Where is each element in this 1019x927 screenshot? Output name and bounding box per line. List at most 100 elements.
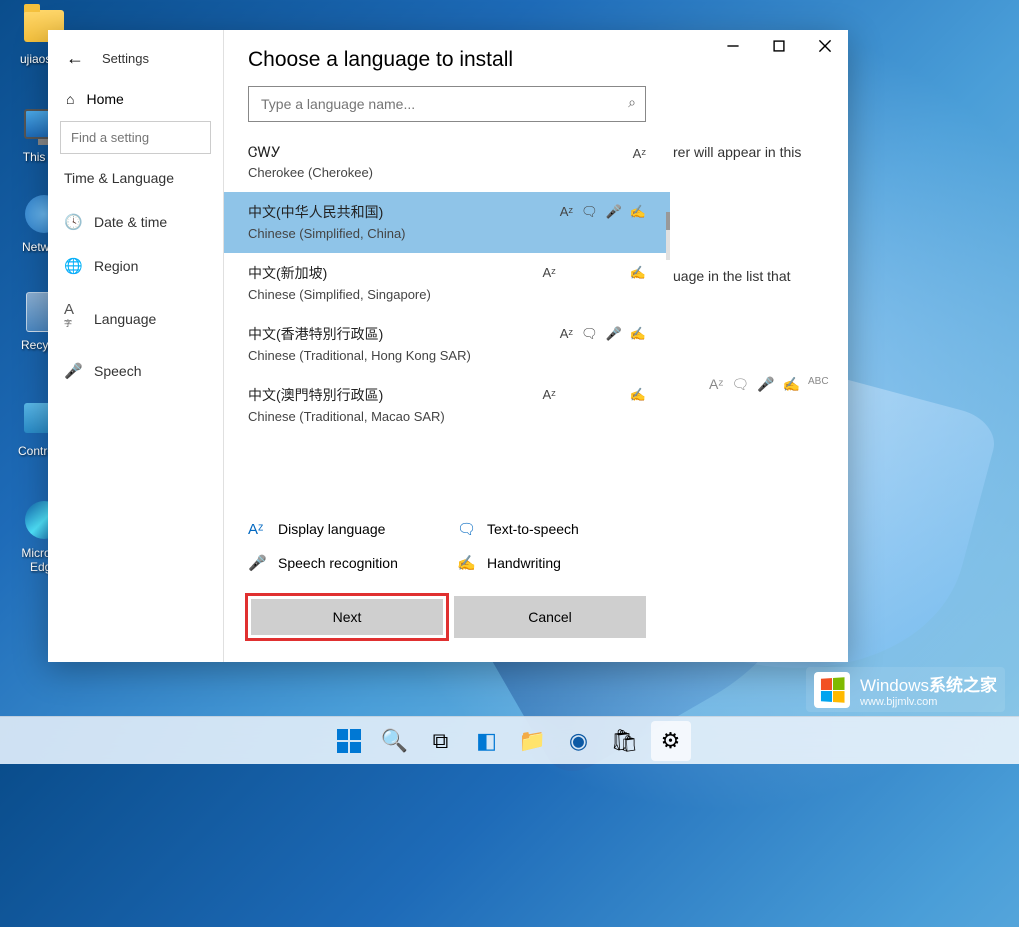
dialog-title: Choose a language to install xyxy=(224,30,670,86)
store-icon: 🛍 xyxy=(611,728,639,754)
maximize-button[interactable] xyxy=(756,30,802,62)
nav-label: Speech xyxy=(94,363,141,379)
tts-icon: 🗨 xyxy=(457,520,473,538)
watermark-title-a: Windows xyxy=(860,676,929,695)
hand-icon: ✍ xyxy=(630,204,646,220)
lang-english: Cherokee (Cherokee) xyxy=(248,165,646,180)
scrollbar-thumb[interactable] xyxy=(666,212,670,230)
home-icon: ⌂ xyxy=(66,91,74,107)
mic-icon: 🎤 xyxy=(606,326,622,342)
close-icon xyxy=(818,39,832,53)
taskview-icon: ⧉ xyxy=(433,728,449,754)
language-item-chinese-traditional-macao[interactable]: 中文(澳門特別行政區) Chinese (Traditional, Macao … xyxy=(224,375,670,436)
edge-icon: ◉ xyxy=(569,728,588,754)
search-button[interactable]: 🔍 xyxy=(375,721,415,761)
nav-region[interactable]: 🌐 Region xyxy=(48,244,223,288)
find-setting-input[interactable] xyxy=(60,121,211,154)
language-icon: A字 xyxy=(64,301,80,336)
close-button[interactable] xyxy=(802,30,848,62)
display-icon: Aᶻ xyxy=(633,146,646,161)
minimize-button[interactable] xyxy=(710,30,756,62)
nav-label: Region xyxy=(94,258,138,274)
nav-language[interactable]: A字 Language xyxy=(48,288,223,349)
display-icon: Aᶻ xyxy=(542,387,555,403)
abc-icon: ABC xyxy=(808,376,829,393)
language-item-chinese-simplified-singapore[interactable]: 中文(新加坡) Chinese (Simplified, Singapore) … xyxy=(224,253,670,314)
language-item-cherokee[interactable]: ᏣᎳᎩ Cherokee (Cherokee) Aᶻ xyxy=(224,134,670,192)
lang-english: Chinese (Simplified, Singapore) xyxy=(248,287,646,302)
search-icon[interactable]: ⌕ xyxy=(628,94,636,111)
store-button[interactable]: 🛍 xyxy=(605,721,645,761)
watermark-logo xyxy=(814,672,850,708)
back-button[interactable]: ← xyxy=(66,48,84,69)
lang-features: Aᶻ 🗨 🎤 ✍ xyxy=(560,326,646,342)
mic-icon: 🎤 xyxy=(606,204,622,220)
feature-legend: Aᶻ Display language 🗨 Text-to-speech 🎤 S… xyxy=(224,506,670,580)
widgets-button[interactable]: ◧ xyxy=(467,721,507,761)
scrollbar[interactable] xyxy=(666,212,670,260)
cancel-button[interactable]: Cancel xyxy=(454,596,646,638)
mic-icon: 🎤 xyxy=(248,554,264,572)
hand-icon: ✍ xyxy=(783,376,800,393)
mic-icon: 🎤 xyxy=(64,362,80,380)
maximize-icon xyxy=(772,39,786,53)
section-header: Time & Language xyxy=(48,170,223,200)
legend-label: Display language xyxy=(278,521,385,537)
watermark: Windows系统之家 www.bjjmlv.com xyxy=(806,667,1005,712)
display-icon: Aᶻ xyxy=(542,265,555,281)
language-list[interactable]: ᏣᎳᎩ Cherokee (Cherokee) Aᶻ 中文(中华人民共和国) C… xyxy=(224,134,670,506)
display-icon: Aᶻ xyxy=(248,521,264,538)
language-search-input[interactable] xyxy=(248,86,646,122)
nav-date-time[interactable]: 🕓 Date & time xyxy=(48,200,223,244)
hand-icon: ✍ xyxy=(630,326,646,342)
tts-icon: 🗨 xyxy=(581,326,598,342)
tts-icon: 🗨 xyxy=(581,204,598,220)
lang-features: Aᶻ ✍ xyxy=(542,265,646,281)
display-icon: Aᶻ xyxy=(560,204,573,220)
taskbar: 🔍 ⧉ ◧ 📁 ◉ 🛍 ⚙ xyxy=(0,716,1019,764)
settings-title: Settings xyxy=(102,51,149,66)
language-item-chinese-traditional-hk[interactable]: 中文(香港特別行政區) Chinese (Traditional, Hong K… xyxy=(224,314,670,375)
globe-icon: 🌐 xyxy=(64,257,80,275)
language-install-dialog: Choose a language to install ⌕ ᏣᎳᎩ Chero… xyxy=(223,30,670,662)
display-icon: Aᶻ xyxy=(709,376,723,393)
lang-features: Aᶻ ✍ xyxy=(542,387,646,403)
tts-icon: 🗨 xyxy=(731,376,749,393)
titlebar xyxy=(710,30,848,62)
lang-features: Aᶻ xyxy=(633,146,646,161)
lang-features: Aᶻ 🗨 🎤 ✍ xyxy=(560,204,646,220)
feature-icons: Aᶻ 🗨 🎤 ✍ ABC xyxy=(709,376,829,393)
legend-label: Speech recognition xyxy=(278,555,398,571)
taskview-button[interactable]: ⧉ xyxy=(421,721,461,761)
home-label: Home xyxy=(86,91,123,107)
hand-icon: ✍ xyxy=(457,554,473,572)
home-nav[interactable]: ⌂ Home xyxy=(48,75,223,121)
nav-speech[interactable]: 🎤 Speech xyxy=(48,349,223,393)
hand-icon: ✍ xyxy=(630,387,646,403)
dialog-buttons: Next Cancel xyxy=(224,580,670,662)
partial-text: uage in the list that xyxy=(673,268,791,284)
nav-label: Date & time xyxy=(94,214,167,230)
hand-icon: ✍ xyxy=(630,265,646,281)
start-icon xyxy=(337,729,361,753)
search-icon: 🔍 xyxy=(381,728,408,754)
next-button[interactable]: Next xyxy=(251,599,443,635)
nav-label: Language xyxy=(94,311,156,327)
edge-button[interactable]: ◉ xyxy=(559,721,599,761)
legend-label: Handwriting xyxy=(487,555,561,571)
folder-icon: 📁 xyxy=(519,728,546,754)
partial-text: rer will appear in this xyxy=(673,144,801,160)
lang-native: ᏣᎳᎩ xyxy=(248,144,646,161)
explorer-button[interactable]: 📁 xyxy=(513,721,553,761)
legend-label: Text-to-speech xyxy=(487,521,579,537)
lang-english: Chinese (Traditional, Hong Kong SAR) xyxy=(248,348,646,363)
start-button[interactable] xyxy=(329,721,369,761)
mic-icon: 🎤 xyxy=(757,376,774,393)
lang-english: Chinese (Traditional, Macao SAR) xyxy=(248,409,646,424)
watermark-url: www.bjjmlv.com xyxy=(860,696,997,708)
language-item-chinese-simplified-china[interactable]: 中文(中华人民共和国) Chinese (Simplified, China) … xyxy=(224,192,670,253)
next-highlight: Next xyxy=(245,593,449,641)
settings-button[interactable]: ⚙ xyxy=(651,721,691,761)
watermark-title-b: 系统之家 xyxy=(929,676,997,695)
minimize-icon xyxy=(726,39,740,53)
